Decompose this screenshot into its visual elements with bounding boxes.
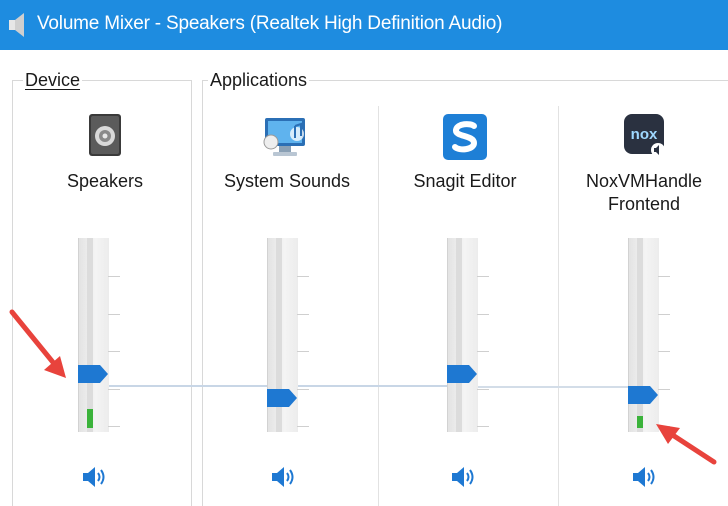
device-group-left [12,80,13,506]
mute-speaker-icon[interactable] [80,464,110,490]
volume-thumb-speakers[interactable] [76,363,110,385]
level-guide-line [470,386,630,388]
device-group-right [191,80,192,506]
volume-track-speakers[interactable] [78,238,109,432]
nox-icon[interactable]: nox [620,112,668,165]
volume-tick [658,276,670,277]
device-section-label: Device [23,70,83,91]
volume-tick [658,313,670,315]
window-title: Volume Mixer - Speakers (Realtek High De… [37,13,503,34]
mute-speaker-icon[interactable] [449,464,479,490]
volume-tick [297,276,309,277]
peak-meter-speakers [87,408,93,428]
snagit-icon[interactable] [441,112,489,167]
volume-tick [297,313,309,315]
volume-tick [477,388,489,390]
meter-background [456,238,462,432]
system-sounds-icon[interactable] [261,112,313,165]
svg-text:nox: nox [631,126,658,143]
meter-background [87,238,93,432]
speakers-device-icon[interactable] [85,112,125,163]
volume-tick [108,351,120,352]
volume-tick [108,313,120,315]
volume-tick [108,388,120,390]
volume-tick [297,426,309,427]
volume-track-snagit-editor[interactable] [447,238,478,432]
applications-section-label: Applications [208,70,310,91]
channel-name: Speakers [66,171,144,191]
volume-thumb-snagit-editor[interactable] [445,363,479,385]
volume-tick [297,351,309,352]
volume-tick [108,276,120,277]
mute-speaker-icon[interactable] [269,464,299,490]
speaker-icon [6,11,30,44]
channel-name: System Sounds [223,171,351,191]
column-separator [378,106,379,506]
annotation-arrow-nox [656,424,717,465]
volume-tick [658,351,670,352]
annotation-arrow-device [9,309,66,378]
volume-thumb-noxvmhandle[interactable] [626,384,660,406]
title-bar: Volume Mixer - Speakers (Realtek High De… [0,0,728,50]
volume-tick [477,313,489,315]
peak-meter-noxvmhandle [637,416,643,428]
volume-tick [477,351,489,352]
volume-thumb-system-sounds[interactable] [265,387,299,409]
volume-tick [108,426,120,427]
volume-tick [477,276,489,277]
channel-name: NoxVMHandle Frontend [585,171,703,214]
volume-tick [477,426,489,427]
channel-name: Snagit Editor [413,171,517,191]
